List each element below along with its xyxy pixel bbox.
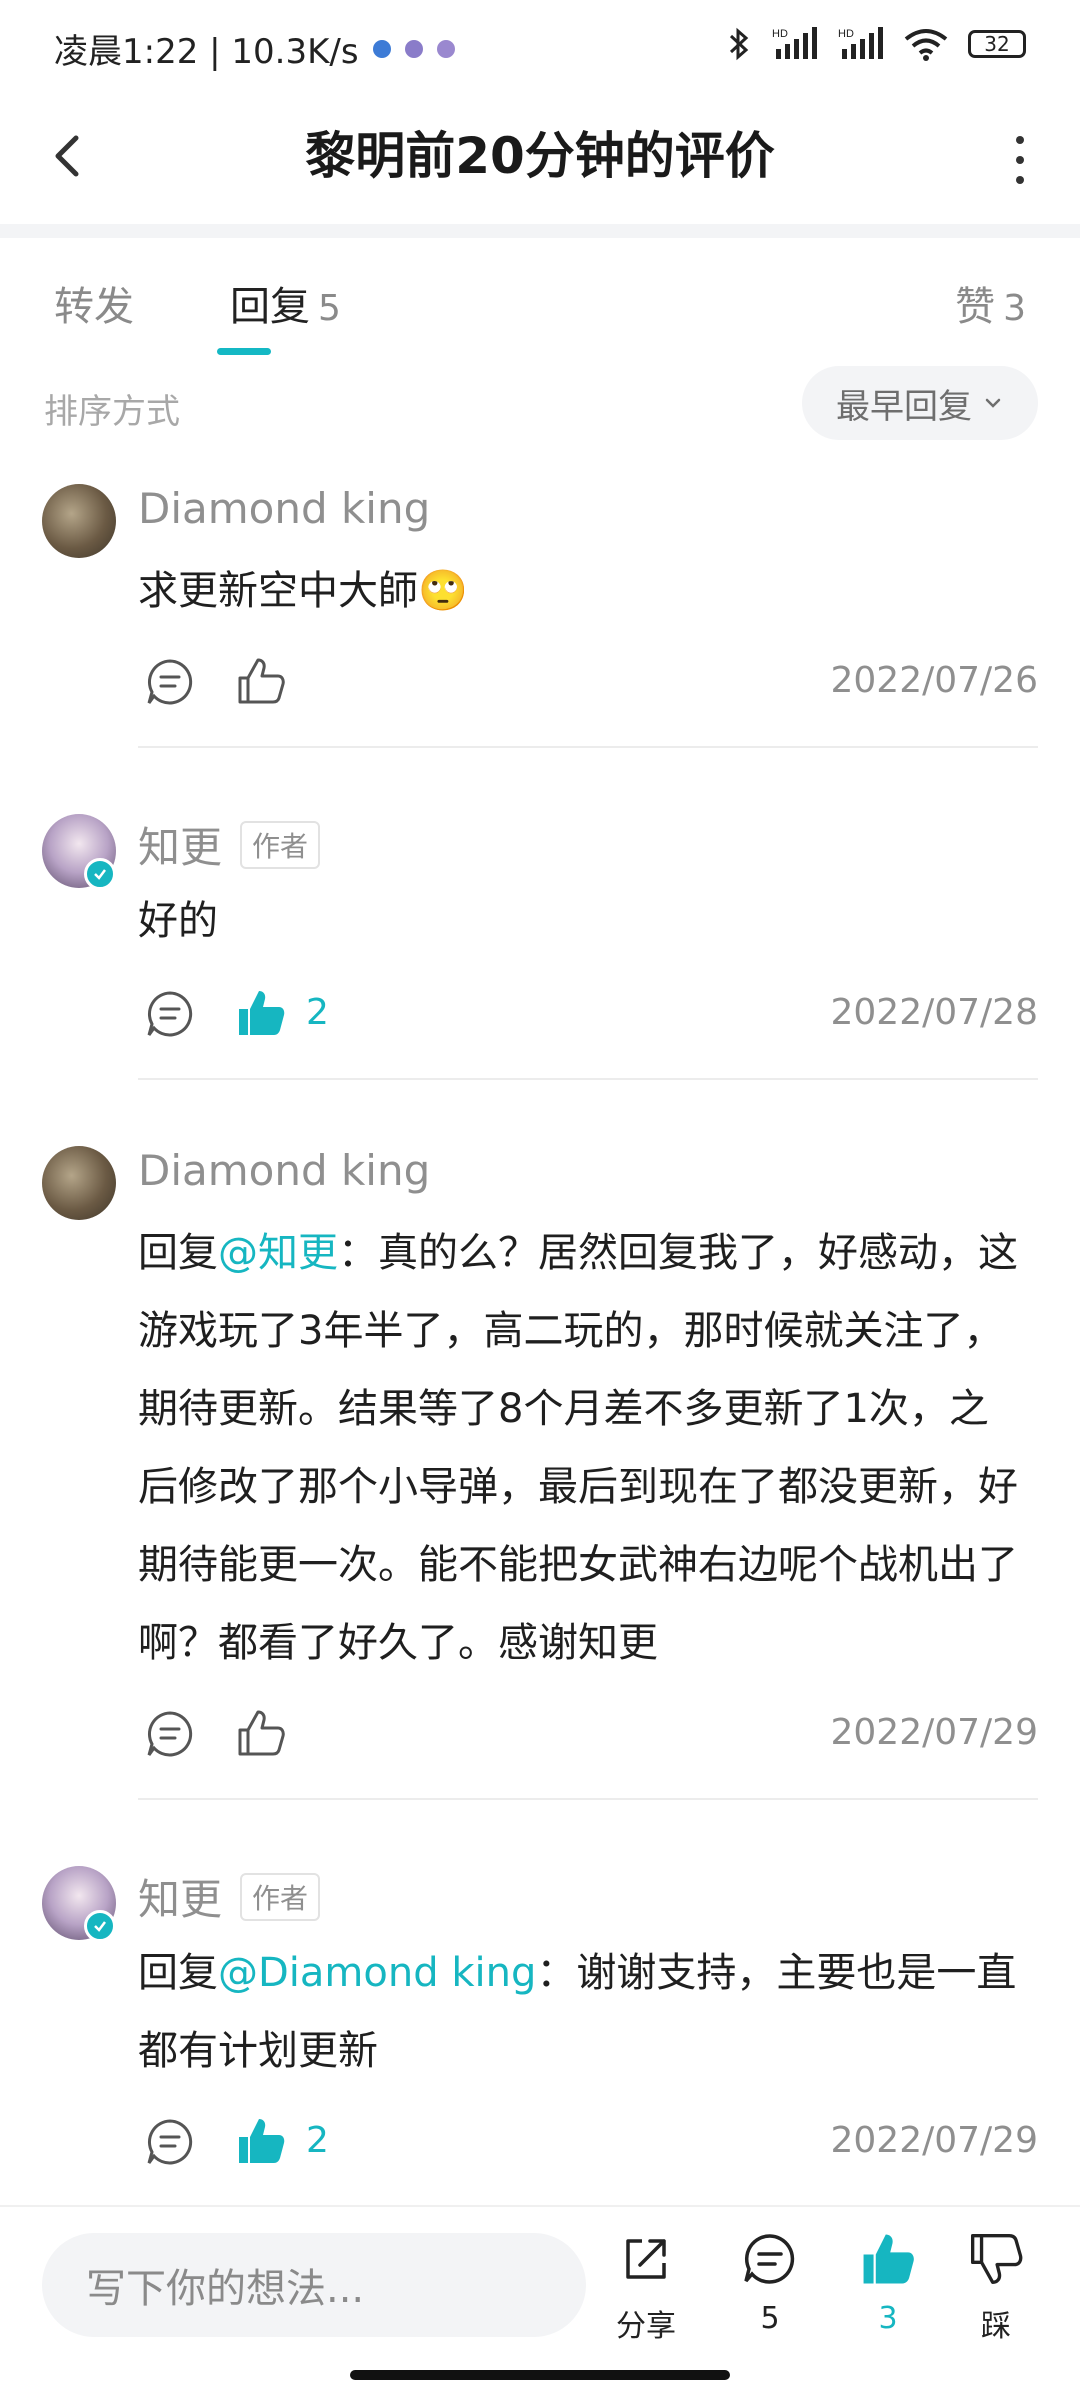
tab-bar: 转发 回复 5 赞3 <box>0 238 1080 358</box>
comment-actions: 2022/07/26 <box>138 648 1038 718</box>
mention-link[interactable]: @知更 <box>218 1230 338 1276</box>
author-name: Diamond king <box>138 1146 431 1195</box>
title-bar: 黎明前20分钟的评价 <box>0 96 1080 224</box>
sort-value: 最早回复 <box>836 386 972 427</box>
like-button[interactable]: 3 <box>838 2229 938 2359</box>
avatar[interactable] <box>42 1146 116 1220</box>
bluetooth-icon <box>729 27 749 61</box>
comment-actions: 2 2022/07/28 <box>138 980 1038 1050</box>
header-divider <box>0 224 1080 238</box>
reply-icon[interactable] <box>144 988 196 1040</box>
svg-text:HD: HD <box>838 28 854 40</box>
verified-badge-icon <box>84 1910 116 1942</box>
share-button[interactable]: 分享 <box>596 2229 696 2359</box>
comment-actions: 2022/07/29 <box>138 1700 1038 1770</box>
tab-forward[interactable]: 转发 <box>54 274 134 332</box>
comment-date: 2022/07/26 <box>830 660 1039 701</box>
comment-date: 2022/07/29 <box>830 2120 1039 2161</box>
tab-like-label: 赞 <box>955 284 996 330</box>
author-tag: 作者 <box>240 1872 321 1921</box>
dislike-button[interactable]: 踩 <box>946 2229 1046 2359</box>
home-indicator <box>350 2370 730 2380</box>
like-count-label: 3 <box>878 2301 898 2336</box>
app-notification-icon <box>436 39 455 58</box>
comment-icon <box>744 2234 795 2284</box>
status-right: HD HD 32 <box>726 26 1026 62</box>
thumbs-up-filled-icon[interactable] <box>234 986 288 1040</box>
active-tab-indicator <box>217 348 271 355</box>
status-left: 凌晨1:22 | 10.3K/s <box>54 24 455 73</box>
comment-date: 2022/07/29 <box>830 1712 1039 1753</box>
tab-reply[interactable]: 回复 5 <box>230 274 341 332</box>
comment-count-label: 5 <box>760 2301 780 2336</box>
page-title: 黎明前20分钟的评价 <box>305 127 775 185</box>
signal-icon: HD <box>772 27 817 59</box>
share-icon <box>626 2239 666 2279</box>
comment-input-placeholder: 写下你的想法... <box>86 2266 365 2312</box>
dislike-label: 踩 <box>981 2309 1011 2344</box>
tab-reply-label: 回复 <box>230 284 310 330</box>
comment-count-button[interactable]: 5 <box>720 2229 820 2359</box>
thumbs-up-icon[interactable] <box>234 654 288 708</box>
comment-text: 回复@Diamond king：谢谢支持，主要也是一直都有计划更新 <box>138 1934 1028 2090</box>
comment-text: 好的 <box>138 898 218 944</box>
comment-text: 求更新空中大師🙄 <box>138 568 468 614</box>
sort-row: 排序方式 最早回复 <box>0 360 1080 450</box>
author-tag: 作者 <box>240 820 321 869</box>
comment-input[interactable]: 写下你的想法... <box>42 2233 586 2337</box>
thumbs-up-icon[interactable] <box>234 1706 288 1760</box>
tab-forward-label: 转发 <box>54 284 134 330</box>
tab-reply-count: 5 <box>318 288 341 329</box>
reply-icon[interactable] <box>144 1708 196 1760</box>
comment-author[interactable]: Diamond king <box>138 484 430 533</box>
comment-divider <box>138 746 1038 748</box>
avatar[interactable] <box>42 484 116 558</box>
author-name: 知更 <box>138 1875 223 1924</box>
tab-like[interactable]: 赞3 <box>955 274 1026 332</box>
comment-author[interactable]: 知更 作者 <box>138 814 321 875</box>
reply-prefix: 回复 <box>138 1950 218 1996</box>
app-notification-icon <box>372 39 391 58</box>
status-bar: 凌晨1:22 | 10.3K/s HD HD 32 <box>0 0 1080 96</box>
reply-icon[interactable] <box>144 2116 196 2168</box>
reply-prefix: 回复 <box>138 1230 218 1276</box>
share-label: 分享 <box>616 2309 676 2344</box>
svg-text:HD: HD <box>772 28 788 40</box>
like-count: 2 <box>306 2120 329 2161</box>
more-options-icon[interactable] <box>1000 130 1040 190</box>
comment-divider <box>138 1798 1038 1800</box>
sort-label: 排序方式 <box>44 392 180 432</box>
comment-actions: 2 2022/07/29 <box>138 2108 1038 2178</box>
comment-body-text: ：真的么？居然回复我了，好感动，这游戏玩了3年半了，高二玩的，那时候就关注了，期… <box>138 1230 1018 1666</box>
comment-date: 2022/07/28 <box>830 992 1039 1033</box>
thumbs-down-icon <box>971 2234 1023 2284</box>
sort-dropdown[interactable]: 最早回复 <box>802 366 1038 440</box>
comment-author[interactable]: Diamond king <box>138 1146 430 1195</box>
chevron-down-icon <box>985 398 1001 408</box>
mention-link[interactable]: @Diamond king <box>218 1950 536 1996</box>
app-notification-icon <box>404 39 423 58</box>
reply-icon[interactable] <box>144 656 196 708</box>
status-time-speed: 凌晨1:22 | 10.3K/s <box>54 32 359 72</box>
tab-like-count: 3 <box>1003 288 1026 329</box>
like-count: 2 <box>306 992 329 1033</box>
battery-level: 32 <box>984 32 1010 56</box>
signal-icon: HD <box>838 27 883 59</box>
thumbs-up-filled-icon[interactable] <box>234 2114 288 2168</box>
comment-divider <box>138 1078 1038 1080</box>
wifi-icon <box>904 29 948 61</box>
verified-badge-icon <box>84 858 116 890</box>
comment-text: 回复@知更：真的么？居然回复我了，好感动，这游戏玩了3年半了，高二玩的，那时候就… <box>138 1214 1028 1682</box>
author-name: Diamond king <box>138 484 431 533</box>
thumbs-up-filled-icon <box>863 2234 914 2284</box>
battery-icon: 32 <box>968 30 1026 58</box>
comment-author[interactable]: 知更 作者 <box>138 1866 321 1927</box>
author-name: 知更 <box>138 823 223 872</box>
